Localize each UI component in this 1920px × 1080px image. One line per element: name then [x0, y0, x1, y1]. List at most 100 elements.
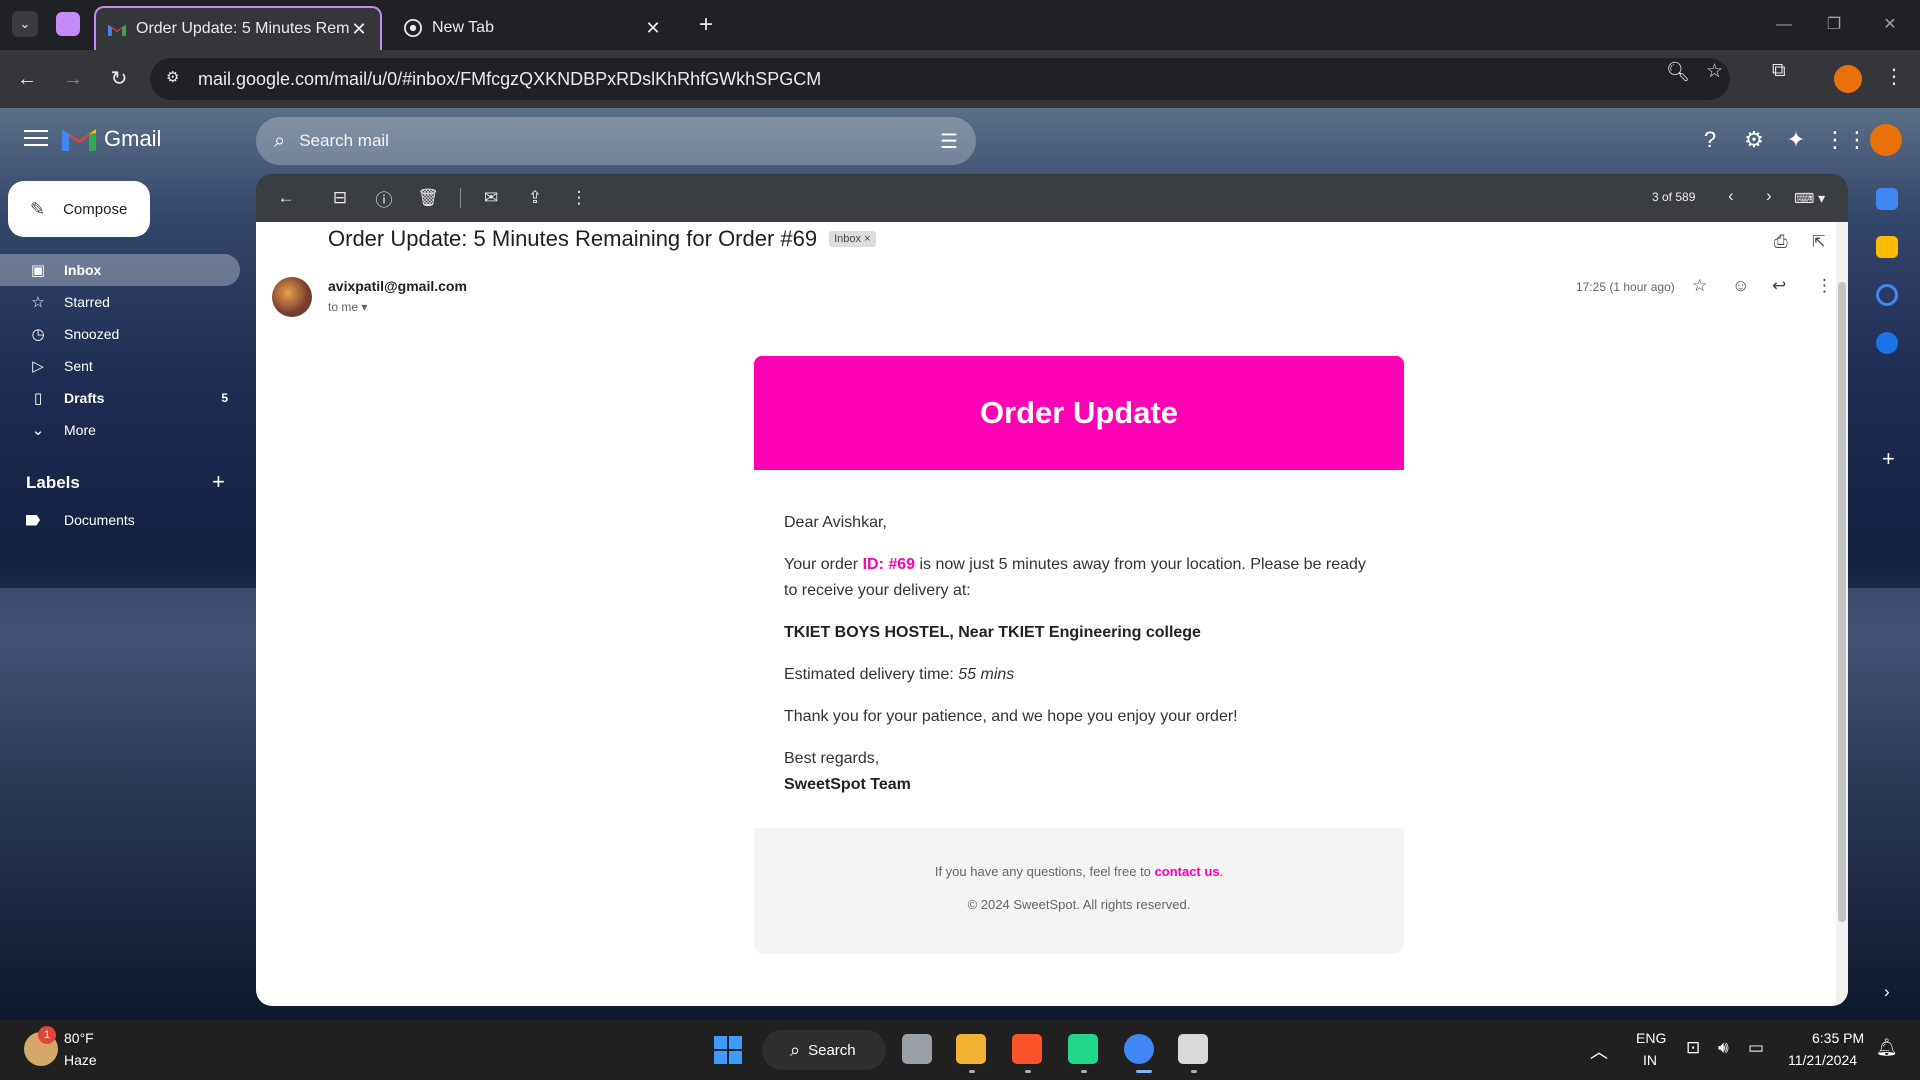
- inbox-label-chip[interactable]: Inbox ×: [829, 231, 876, 247]
- network-icon[interactable]: ⊡: [1686, 1038, 1700, 1058]
- region-indicator[interactable]: IN: [1643, 1052, 1657, 1068]
- eta-value: 55 mins: [958, 666, 1015, 683]
- compose-button[interactable]: ✎ Compose: [8, 181, 150, 237]
- sidebar-item-label: Sent: [64, 358, 93, 374]
- file-explorer-icon[interactable]: [956, 1034, 986, 1064]
- language-indicator[interactable]: ENG: [1636, 1030, 1666, 1046]
- sidebar-item-label: Snoozed: [64, 326, 120, 342]
- snipping-tool-icon[interactable]: [1178, 1034, 1208, 1064]
- archive-icon[interactable]: ⊟: [326, 188, 354, 208]
- calendar-icon[interactable]: [1876, 188, 1898, 210]
- back-to-inbox-icon[interactable]: ←: [272, 188, 300, 208]
- keep-icon[interactable]: [1876, 236, 1898, 258]
- weather-temperature[interactable]: 80°F: [64, 1030, 94, 1046]
- close-tab-icon[interactable]: ✕: [350, 19, 368, 40]
- sender-avatar[interactable]: [272, 277, 312, 317]
- brave-browser-icon[interactable]: [1012, 1034, 1042, 1064]
- task-view-icon[interactable]: [902, 1034, 932, 1064]
- recipient-details[interactable]: to me ▾: [328, 300, 367, 314]
- weather-condition[interactable]: Haze: [64, 1052, 97, 1068]
- zoom-icon[interactable]: 🔍︎: [1666, 60, 1690, 84]
- star-icon[interactable]: ☆: [1692, 276, 1707, 296]
- extensions-icon[interactable]: ⧉: [1772, 60, 1786, 82]
- pycharm-icon[interactable]: [1068, 1034, 1098, 1064]
- delete-icon[interactable]: 🗑︎: [414, 188, 442, 208]
- mark-unread-icon[interactable]: ✉: [477, 188, 505, 208]
- close-tab-icon[interactable]: ✕: [644, 18, 662, 39]
- battery-icon[interactable]: ▭: [1748, 1038, 1764, 1058]
- show-hidden-icons-icon[interactable]: ︿: [1590, 1038, 1608, 1064]
- gemini-sparkle-icon[interactable]: ✦: [1782, 126, 1810, 154]
- forward-arrow-icon[interactable]: →: [58, 64, 88, 94]
- tab-group-chip[interactable]: [56, 12, 80, 36]
- compose-label: Compose: [63, 200, 128, 218]
- clock-time[interactable]: 6:35 PM: [1812, 1030, 1864, 1046]
- open-new-window-icon[interactable]: ⇱: [1812, 232, 1825, 252]
- notification-bell-icon[interactable]: 🔔︎: [1876, 1038, 1898, 1058]
- email-banner: Order Update: [754, 356, 1404, 470]
- sidebar-item-more[interactable]: ⌄ More: [0, 414, 240, 446]
- settings-gear-icon[interactable]: ⚙: [1740, 126, 1768, 154]
- running-indicator: [969, 1070, 975, 1073]
- restore-icon[interactable]: ❐: [1814, 12, 1854, 38]
- new-tab-icon[interactable]: +: [692, 12, 720, 40]
- older-chevron-icon[interactable]: ›: [1766, 186, 1772, 206]
- search-input[interactable]: Search mail: [299, 131, 940, 151]
- bookmark-star-icon[interactable]: ☆: [1706, 60, 1723, 83]
- print-icon[interactable]: ⎙: [1774, 232, 1788, 252]
- sidebar-item-sent[interactable]: ▷ Sent: [0, 350, 240, 382]
- contact-us-link[interactable]: contact us: [1155, 864, 1220, 879]
- tab-title: Order Update: 5 Minutes Remai: [136, 20, 350, 37]
- tab-order-update[interactable]: Order Update: 5 Minutes Remai ✕: [94, 6, 382, 50]
- close-window-icon[interactable]: ✕: [1870, 12, 1910, 38]
- newer-chevron-icon[interactable]: ‹: [1728, 186, 1734, 206]
- sidebar-item-count: 5: [221, 391, 228, 405]
- scrollbar-thumb[interactable]: [1838, 282, 1846, 922]
- tab-search-dropdown-icon[interactable]: ⌄: [12, 11, 38, 37]
- move-to-icon[interactable]: ⇪: [521, 188, 549, 208]
- search-mail-bar[interactable]: ⌕ Search mail ☰: [256, 117, 976, 165]
- clock-date[interactable]: 11/21/2024: [1788, 1052, 1857, 1068]
- tab-new-tab[interactable]: New Tab ✕: [392, 6, 674, 50]
- input-tools-icon[interactable]: ⌨ ▾: [1794, 190, 1825, 207]
- scrollbar[interactable]: [1836, 222, 1848, 1006]
- copyright: © 2024 SweetSpot. All rights reserved.: [967, 897, 1191, 912]
- emoji-react-icon[interactable]: ☺: [1732, 276, 1749, 296]
- more-actions-icon[interactable]: ⋮: [565, 188, 593, 208]
- site-info-icon[interactable]: ⚙: [166, 68, 188, 90]
- url-text[interactable]: mail.google.com/mail/u/0/#inbox/FMfcgzQX…: [198, 69, 821, 90]
- main-menu-icon[interactable]: [24, 130, 48, 148]
- search-icon[interactable]: ⌕: [274, 130, 285, 153]
- search-options-icon[interactable]: ☰: [940, 129, 958, 154]
- hide-side-panel-icon[interactable]: ›: [1884, 982, 1890, 1002]
- profile-avatar-icon[interactable]: [1834, 65, 1862, 93]
- contacts-icon[interactable]: [1876, 332, 1898, 354]
- account-avatar[interactable]: [1870, 124, 1902, 156]
- message-more-icon[interactable]: ⋮: [1816, 276, 1833, 296]
- minimize-icon[interactable]: —: [1764, 12, 1804, 38]
- label-documents[interactable]: Documents: [26, 512, 135, 528]
- sidebar-item-starred[interactable]: ☆ Starred: [0, 286, 240, 318]
- report-spam-icon[interactable]: ⓘ: [370, 186, 398, 211]
- email-content: Dear Avishkar, Your order ID: #69 is now…: [754, 470, 1404, 798]
- get-addons-icon[interactable]: +: [1882, 446, 1895, 472]
- address-bar[interactable]: ⚙ mail.google.com/mail/u/0/#inbox/FMfcgz…: [150, 58, 1730, 100]
- volume-icon[interactable]: 🔊︎: [1718, 1038, 1729, 1058]
- create-label-icon[interactable]: +: [212, 469, 225, 495]
- sidebar-item-snoozed[interactable]: ◷ Snoozed: [0, 318, 240, 350]
- taskbar-search[interactable]: ⌕ Search: [762, 1030, 886, 1070]
- reply-icon[interactable]: ↩: [1772, 276, 1786, 296]
- browser-toolbar: ← → ↻ ⚙ mail.google.com/mail/u/0/#inbox/…: [0, 50, 1920, 108]
- help-icon[interactable]: ?: [1696, 126, 1724, 154]
- reload-icon[interactable]: ↻: [104, 64, 134, 94]
- tasks-icon[interactable]: [1876, 284, 1898, 306]
- chrome-icon[interactable]: [1124, 1034, 1154, 1064]
- apps-grid-icon[interactable]: ⋮⋮: [1824, 126, 1868, 154]
- sidebar-item-inbox[interactable]: ▣ Inbox: [0, 254, 240, 286]
- browser-menu-icon[interactable]: ⋮: [1884, 64, 1904, 89]
- sidebar-item-drafts[interactable]: ▯ Drafts 5: [0, 382, 240, 414]
- back-arrow-icon[interactable]: ←: [12, 64, 42, 94]
- order-paragraph: Your order ID: #69 is now just 5 minutes…: [784, 556, 1366, 599]
- windows-start-icon[interactable]: [714, 1036, 742, 1064]
- sender-email[interactable]: avixpatil@gmail.com: [328, 278, 467, 294]
